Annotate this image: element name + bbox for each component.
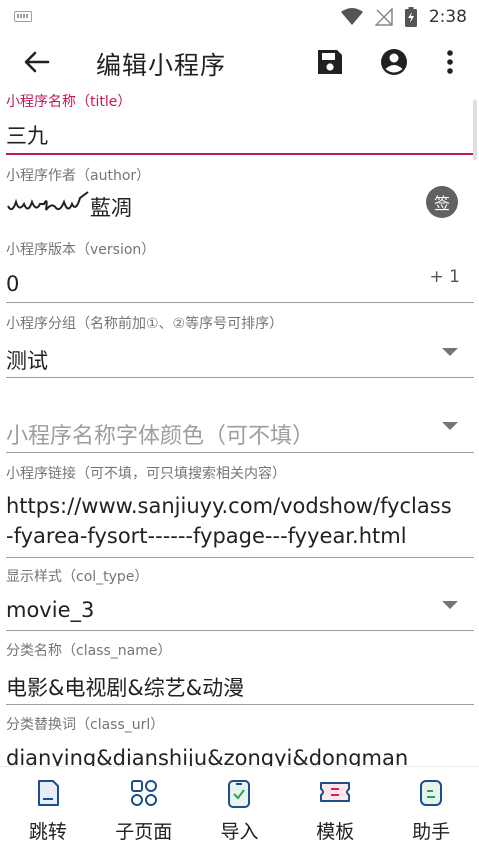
url-input-line-1[interactable]: https://www.sanjiuyy.com/vodshow/fyclass — [6, 494, 452, 518]
color-underline — [6, 452, 474, 453]
nav-assistant-label: 助手 — [412, 821, 451, 843]
class-name-input[interactable]: 电影&电视剧&综艺&动漫 — [6, 672, 244, 702]
url-field[interactable]: 小程序链接（可不填，可只填搜索相关内容） https://www.sanjiuy… — [6, 460, 474, 560]
nav-subpage-label: 子页面 — [115, 821, 173, 843]
nav-subpage[interactable]: 子页面 — [96, 767, 192, 851]
col-type-underline — [6, 630, 474, 631]
account-circle-icon[interactable] — [378, 46, 410, 78]
nav-import-label: 导入 — [220, 821, 259, 843]
group-dropdown-icon[interactable] — [442, 348, 458, 356]
more-vert-icon[interactable] — [434, 46, 466, 78]
version-field[interactable]: 小程序版本（version） 0 + 1 — [6, 238, 474, 306]
col-type-label: 显示样式（col_type） — [6, 569, 149, 585]
class-url-field[interactable]: 分类替换词（class_url） dianying&dianshiju&zong… — [6, 712, 474, 766]
class-name-underline — [6, 704, 474, 705]
color-field[interactable]: 小程序名称字体颜色（可不填） — [6, 386, 474, 454]
keyboard-icon — [14, 11, 32, 22]
version-label: 小程序版本（version） — [6, 242, 156, 258]
title-field[interactable]: 小程序名称（title） 三九 — [6, 90, 474, 158]
version-underline — [6, 302, 474, 303]
ticket-icon — [320, 782, 351, 802]
title-label: 小程序名称（title） — [6, 94, 132, 110]
wifi-icon — [340, 8, 363, 25]
author-label: 小程序作者（author） — [6, 168, 151, 184]
bottom-nav: 跳转 子页面 导入 模板 助手 — [0, 766, 479, 851]
color-dropdown-icon[interactable] — [442, 422, 458, 430]
author-input[interactable]: 藍凋 — [90, 192, 132, 222]
signature-button[interactable]: 签 — [426, 186, 458, 218]
class-name-field[interactable]: 分类名称（class_name） 电影&电视剧&综艺&动漫 — [6, 638, 474, 706]
nav-jump[interactable]: 跳转 — [0, 767, 96, 851]
assistant-icon — [420, 780, 443, 806]
url-input-line-2[interactable]: -fyarea-fysort------fypage---fyyear.html — [6, 524, 407, 548]
url-label: 小程序链接（可不填，可只填搜索相关内容） — [6, 466, 286, 482]
app-bar: 编辑小程序 — [0, 34, 479, 90]
class-url-input[interactable]: dianying&dianshiju&zongyi&dongman — [6, 746, 408, 766]
group-label: 小程序分组（名称前加①、②等序号可排序） — [6, 316, 284, 332]
nav-template-label: 模板 — [316, 821, 355, 843]
battery-icon — [404, 7, 417, 27]
save-icon[interactable] — [314, 46, 346, 78]
nav-jump-label: 跳转 — [28, 821, 67, 843]
status-time: 2:38 — [428, 7, 467, 27]
import-phone-icon — [228, 780, 251, 808]
nav-assistant[interactable]: 助手 — [383, 767, 479, 851]
group-field[interactable]: 小程序分组（名称前加①、②等序号可排序） 测试 — [6, 312, 474, 380]
status-icons: 2:38 — [340, 6, 467, 28]
title-underline — [6, 153, 474, 155]
version-input[interactable]: 0 — [6, 272, 19, 296]
author-field[interactable]: 小程序作者（author） 藍凋 签 — [6, 164, 474, 303]
grid-circles-icon — [130, 780, 157, 806]
group-underline — [6, 377, 474, 378]
class-url-label: 分类替换词（class_url） — [6, 717, 165, 733]
url-underline — [6, 557, 474, 558]
title-input[interactable]: 三九 — [6, 120, 48, 150]
signature-scribble — [7, 191, 89, 211]
col-type-dropdown-icon[interactable] — [442, 601, 458, 609]
col-type-field[interactable]: 显示样式（col_type） movie_3 — [6, 564, 474, 632]
col-type-select[interactable]: movie_3 — [6, 598, 94, 622]
group-select[interactable]: 测试 — [6, 345, 48, 375]
page-title: 编辑小程序 — [96, 51, 227, 80]
back-arrow-icon[interactable] — [22, 48, 52, 76]
scrollbar[interactable] — [473, 100, 477, 160]
class-name-label: 分类名称（class_name） — [6, 643, 172, 659]
form-scroll-area[interactable]: 小程序名称（title） 三九 小程序作者（author） 藍凋 签 小程序版本… — [0, 90, 479, 766]
nav-template[interactable]: 模板 — [287, 767, 383, 851]
nav-import[interactable]: 导入 — [192, 767, 288, 851]
version-increment-button[interactable]: + 1 — [430, 267, 460, 287]
color-select[interactable]: 小程序名称字体颜色（可不填） — [6, 418, 314, 450]
no-signal-icon — [374, 8, 393, 26]
document-icon — [37, 780, 59, 806]
status-bar: 2:38 — [0, 0, 479, 34]
